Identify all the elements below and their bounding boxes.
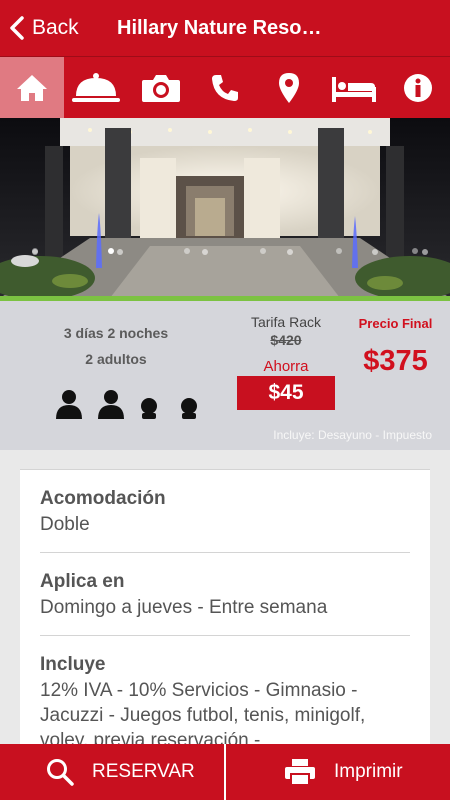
chevron-left-icon xyxy=(10,16,24,40)
tab-gallery[interactable] xyxy=(129,57,193,119)
child-icon xyxy=(140,397,158,424)
back-button[interactable]: Back xyxy=(0,0,79,56)
includes-note: Incluye: Desayuno - Impuesto xyxy=(273,428,432,442)
detail-value: Domingo a jueves - Entre semana xyxy=(40,597,328,618)
home-icon xyxy=(17,75,48,101)
page-title: Hillary Nature Reso… xyxy=(117,17,322,39)
slide-dot[interactable] xyxy=(108,248,114,254)
savings-badge: $45 xyxy=(237,376,335,410)
slide-dot[interactable] xyxy=(336,248,342,254)
camera-icon xyxy=(141,75,180,102)
detail-title: Aplica en xyxy=(40,571,125,592)
detail-title: Incluye xyxy=(40,654,106,675)
map-pin-icon xyxy=(279,73,300,103)
tab-info[interactable] xyxy=(386,57,450,119)
stay-duration: 3 días 2 noches xyxy=(63,325,169,341)
reserve-label: RESERVAR xyxy=(92,761,195,782)
reserve-button[interactable]: RESERVAR xyxy=(0,744,224,800)
phone-icon xyxy=(211,75,238,101)
adult-icon xyxy=(96,389,126,424)
final-price-label: Precio Final xyxy=(358,316,433,331)
detail-accommodation: Acomodación Doble xyxy=(20,470,430,553)
tab-rooms[interactable] xyxy=(321,57,385,119)
slide-dot[interactable] xyxy=(412,248,418,254)
bottom-action-bar: RESERVAR Imprimir xyxy=(0,744,450,800)
savings-label: Ahorra xyxy=(263,358,309,375)
hotel-lobby-image xyxy=(0,118,450,298)
slide-dot[interactable] xyxy=(184,248,190,254)
hotel-photo[interactable] xyxy=(0,118,450,298)
detail-includes: Incluye 12% IVA - 10% Servicios - Gimnas… xyxy=(20,636,430,753)
rack-rate-price: $420 xyxy=(270,332,302,348)
printer-icon xyxy=(285,759,315,786)
back-label: Back xyxy=(32,16,79,39)
bed-icon xyxy=(331,77,376,102)
tab-home[interactable] xyxy=(0,57,65,119)
pricing-panel: 3 días 2 noches 2 adultos Tarifa Rack $4… xyxy=(0,301,450,450)
room-service-icon xyxy=(72,73,121,102)
print-label: Imprimir xyxy=(334,761,403,782)
adult-icon xyxy=(54,389,84,424)
section-tab-bar xyxy=(0,56,450,119)
rack-rate-label: Tarifa Rack xyxy=(250,314,322,330)
app-screen: Back Hillary Nature Reso… 3 días 2 noche… xyxy=(0,0,450,800)
print-button[interactable]: Imprimir xyxy=(226,744,450,800)
detail-value: Doble xyxy=(40,514,90,535)
guest-icons xyxy=(54,389,198,424)
detail-applies: Aplica en Domingo a jueves - Entre seman… xyxy=(20,553,430,636)
tab-call[interactable] xyxy=(193,57,257,119)
guest-count: 2 adultos xyxy=(85,351,147,367)
detail-value: 12% IVA - 10% Servicios - Gimnasio - Jac… xyxy=(40,680,366,751)
top-bar: Back Hillary Nature Reso… xyxy=(0,0,450,56)
tab-services[interactable] xyxy=(64,57,128,119)
slide-dot[interactable] xyxy=(260,248,266,254)
details-card: Acomodación Doble Aplica en Domingo a ju… xyxy=(20,469,430,751)
slide-dot[interactable] xyxy=(32,248,38,254)
detail-title: Acomodación xyxy=(40,488,166,509)
search-icon xyxy=(47,759,74,786)
final-price: $375 xyxy=(363,345,428,377)
slide-indicator[interactable] xyxy=(0,248,450,254)
info-icon xyxy=(403,74,432,102)
tab-location[interactable] xyxy=(257,57,321,119)
child-icon xyxy=(180,397,198,424)
